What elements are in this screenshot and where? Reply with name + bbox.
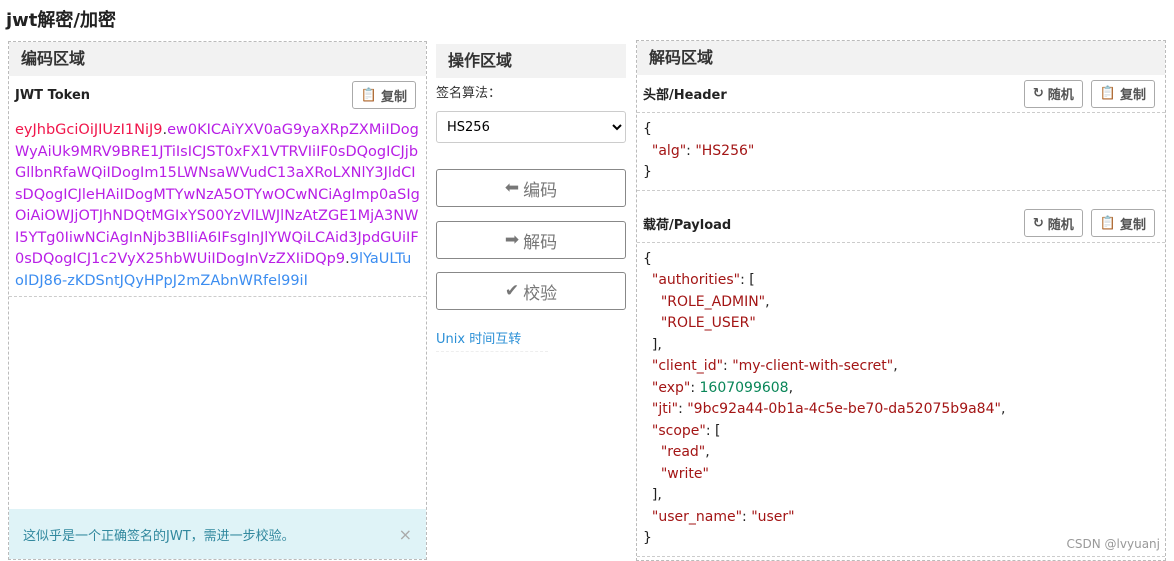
decode-panel-title: 解码区域 [637, 41, 1165, 75]
json-line: "scope": [ [651, 422, 721, 439]
token-input[interactable]: eyJhbGciOiJIUzI1NiJ9.ew0KICAiYXV0aG9yaXR… [9, 114, 426, 297]
arrow-right-icon: ➡ [504, 230, 520, 250]
jwt-token-label: JWT Token [15, 87, 91, 103]
json-line: "ROLE_ADMIN", [660, 293, 770, 310]
decode-button[interactable]: ➡ 解码 [436, 221, 626, 259]
json-line: "authorities": [ [651, 272, 755, 288]
operation-panel: 操作区域 签名算法： HS256 ⬅ 编码 ➡ 解码 ✔ 校验 Unix 时间互转 [436, 44, 626, 544]
clipboard-icon: 📋 [360, 87, 377, 103]
clipboard-icon: 📋 [1099, 86, 1116, 101]
json-line: "user_name": "user" [651, 508, 795, 525]
verify-button[interactable]: ✔ 校验 [436, 272, 626, 310]
json-line: ], [643, 336, 662, 353]
json-line: "write" [660, 465, 709, 482]
json-line: "read", [660, 444, 710, 460]
encode-button[interactable]: ⬅ 编码 [436, 169, 626, 207]
header-json[interactable]: { "alg": "HS256"} [637, 113, 1165, 191]
watermark: CSDN @lvyuanj [1066, 537, 1160, 551]
json-line: } [643, 164, 652, 180]
random-payload-button[interactable]: ↻ 随机 [1023, 209, 1083, 237]
encode-panel-title: 编码区域 [9, 42, 426, 76]
validation-alert: 这似乎是一个正确签名的JWT，需进一步校验。 × [9, 509, 426, 559]
json-line: "exp": 1607099608, [651, 379, 794, 396]
payload-label: 载荷/Payload [643, 217, 732, 233]
refresh-icon: ↻ [1032, 86, 1044, 101]
encode-panel: 编码区域 JWT Token 📋 复制 eyJhbGciOiJIUzI1NiJ9.… [8, 41, 427, 560]
json-line: "jti": "9bc92a44-0b1a-4c5e-be70-da52075b… [651, 401, 1006, 417]
algorithm-label: 签名算法： [436, 86, 502, 101]
clipboard-icon: 📋 [1099, 215, 1116, 231]
decode-panel: 解码区域 头部/Header ↻ 随机 📋 复制 { "alg": "HS256"} … [636, 40, 1166, 561]
refresh-icon: ↻ [1032, 215, 1044, 231]
copy-payload-button[interactable]: 📋 复制 [1090, 209, 1155, 237]
page-title: jwt解密/加密 [6, 10, 116, 31]
json-line: "ROLE_USER" [660, 315, 756, 331]
json-line: "client_id": "my-client-with-secret", [651, 358, 898, 374]
copy-header-button[interactable]: 📋 复制 [1090, 79, 1155, 108]
json-line: { [643, 121, 652, 137]
arrow-left-icon: ⬅ [504, 178, 520, 198]
header-label: 头部/Header [643, 88, 727, 103]
operation-panel-title: 操作区域 [436, 44, 626, 78]
json-line: "alg": "HS256" [651, 142, 755, 159]
unix-time-link[interactable]: Unix 时间互转 [436, 328, 548, 352]
random-header-button[interactable]: ↻ 随机 [1023, 79, 1083, 108]
copy-token-button[interactable]: 📋 复制 [351, 81, 416, 109]
payload-json[interactable]: { "authorities": [ "ROLE_ADMIN", "ROLE_U… [637, 243, 1165, 557]
algorithm-select[interactable]: HS256 [436, 111, 626, 143]
check-icon: ✔ [504, 281, 520, 301]
close-icon[interactable]: × [399, 525, 412, 544]
json-line: { [643, 250, 652, 267]
json-line: ], [643, 487, 662, 503]
